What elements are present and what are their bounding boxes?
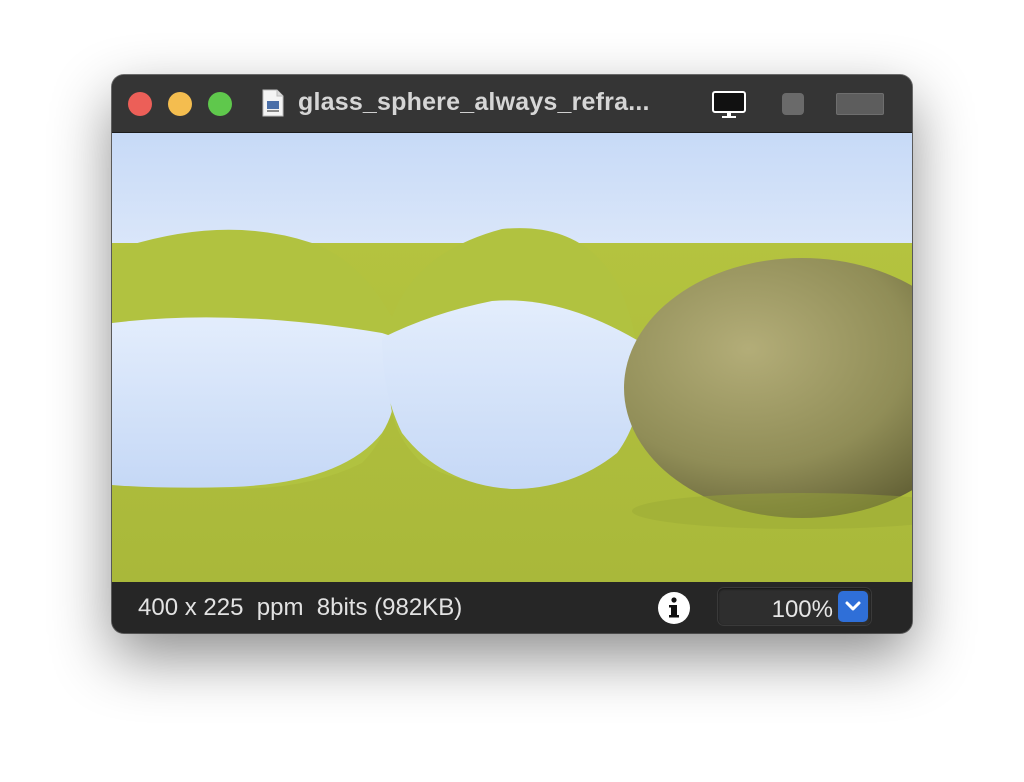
- window-title: glass_sphere_always_refra...: [298, 88, 650, 116]
- zoom-value: 100%: [771, 596, 833, 623]
- title-bar[interactable]: glass_sphere_always_refra...: [112, 75, 912, 133]
- zoom-dropdown-button[interactable]: [838, 591, 868, 622]
- info-icon[interactable]: [657, 591, 691, 625]
- zoom-button[interactable]: [208, 92, 232, 116]
- status-bar: 400 x 225 ppm 8bits (982KB) 100%: [112, 582, 912, 633]
- image-viewer-window: glass_sphere_always_refra... 400 x 225 p…: [112, 75, 912, 633]
- square-button[interactable]: [782, 93, 804, 115]
- chevron-down-icon: [845, 601, 861, 611]
- rendered-image: [112, 133, 912, 582]
- wide-button[interactable]: [836, 93, 884, 115]
- minimize-button[interactable]: [168, 92, 192, 116]
- close-button[interactable]: [128, 92, 152, 116]
- monitor-icon[interactable]: [712, 91, 746, 119]
- zoom-select[interactable]: 100%: [718, 588, 871, 625]
- image-info-text: 400 x 225 ppm 8bits (982KB): [138, 594, 463, 621]
- document-icon: [262, 89, 284, 117]
